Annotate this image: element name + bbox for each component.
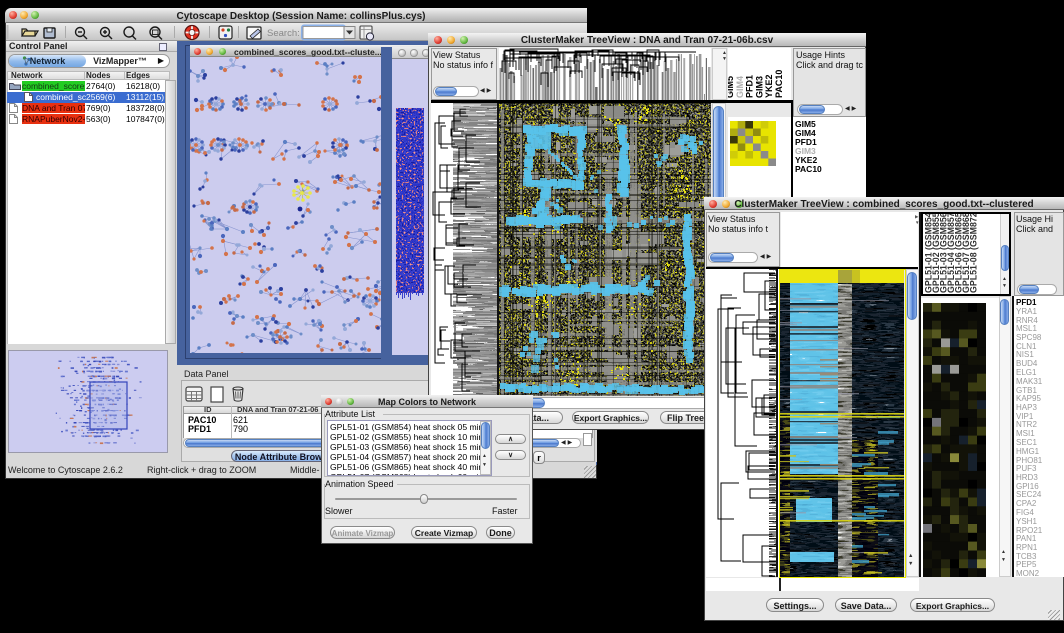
svg-text:PFD1: PFD1: [745, 75, 755, 98]
svg-text:GIM3: GIM3: [754, 76, 764, 98]
svg-text:PAC10: PAC10: [774, 70, 784, 98]
svg-text:YKE2: YKE2: [764, 74, 774, 98]
svg-text:GPL51-08 (GSM872): GPL51-08 (GSM872): [969, 214, 979, 293]
svg-text:Search:: Search:: [267, 28, 300, 39]
svg-text:GIM4: GIM4: [735, 76, 745, 98]
